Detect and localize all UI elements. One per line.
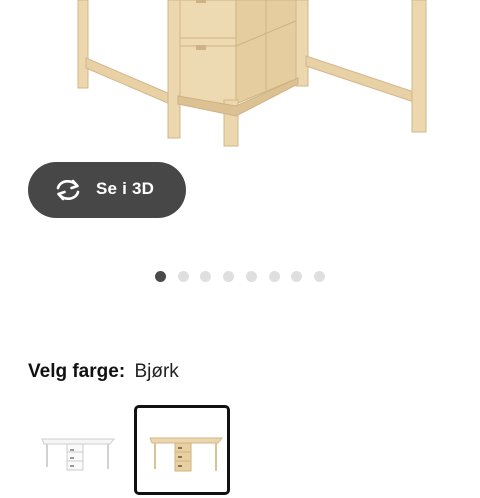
color-picker-prefix: Velg farge: <box>28 361 126 382</box>
drop-leaf-table-illustration <box>77 0 427 147</box>
color-picker-label: Velg farge: Bjørk <box>28 361 179 383</box>
carousel-dot[interactable] <box>314 271 325 282</box>
view-in-3d-label: Se i 3D <box>96 179 155 198</box>
birch-table-thumbnail <box>149 437 224 472</box>
selected-color-value: Bjørk <box>134 361 179 382</box>
color-option-white[interactable] <box>30 405 126 495</box>
carousel-dot[interactable] <box>269 271 280 282</box>
carousel-dot[interactable] <box>291 271 302 282</box>
carousel-dot[interactable] <box>200 271 211 282</box>
white-table-thumbnail <box>41 438 116 471</box>
view-in-3d-button[interactable]: Se i 3D <box>28 162 186 218</box>
carousel-dot-active[interactable] <box>155 271 166 282</box>
product-image <box>0 0 480 150</box>
image-carousel-dots <box>0 271 480 285</box>
color-option-birch[interactable] <box>134 405 230 495</box>
carousel-dot[interactable] <box>178 271 189 282</box>
carousel-dot[interactable] <box>246 271 257 282</box>
rotate-arrows-icon <box>52 176 84 204</box>
carousel-dot[interactable] <box>223 271 234 282</box>
